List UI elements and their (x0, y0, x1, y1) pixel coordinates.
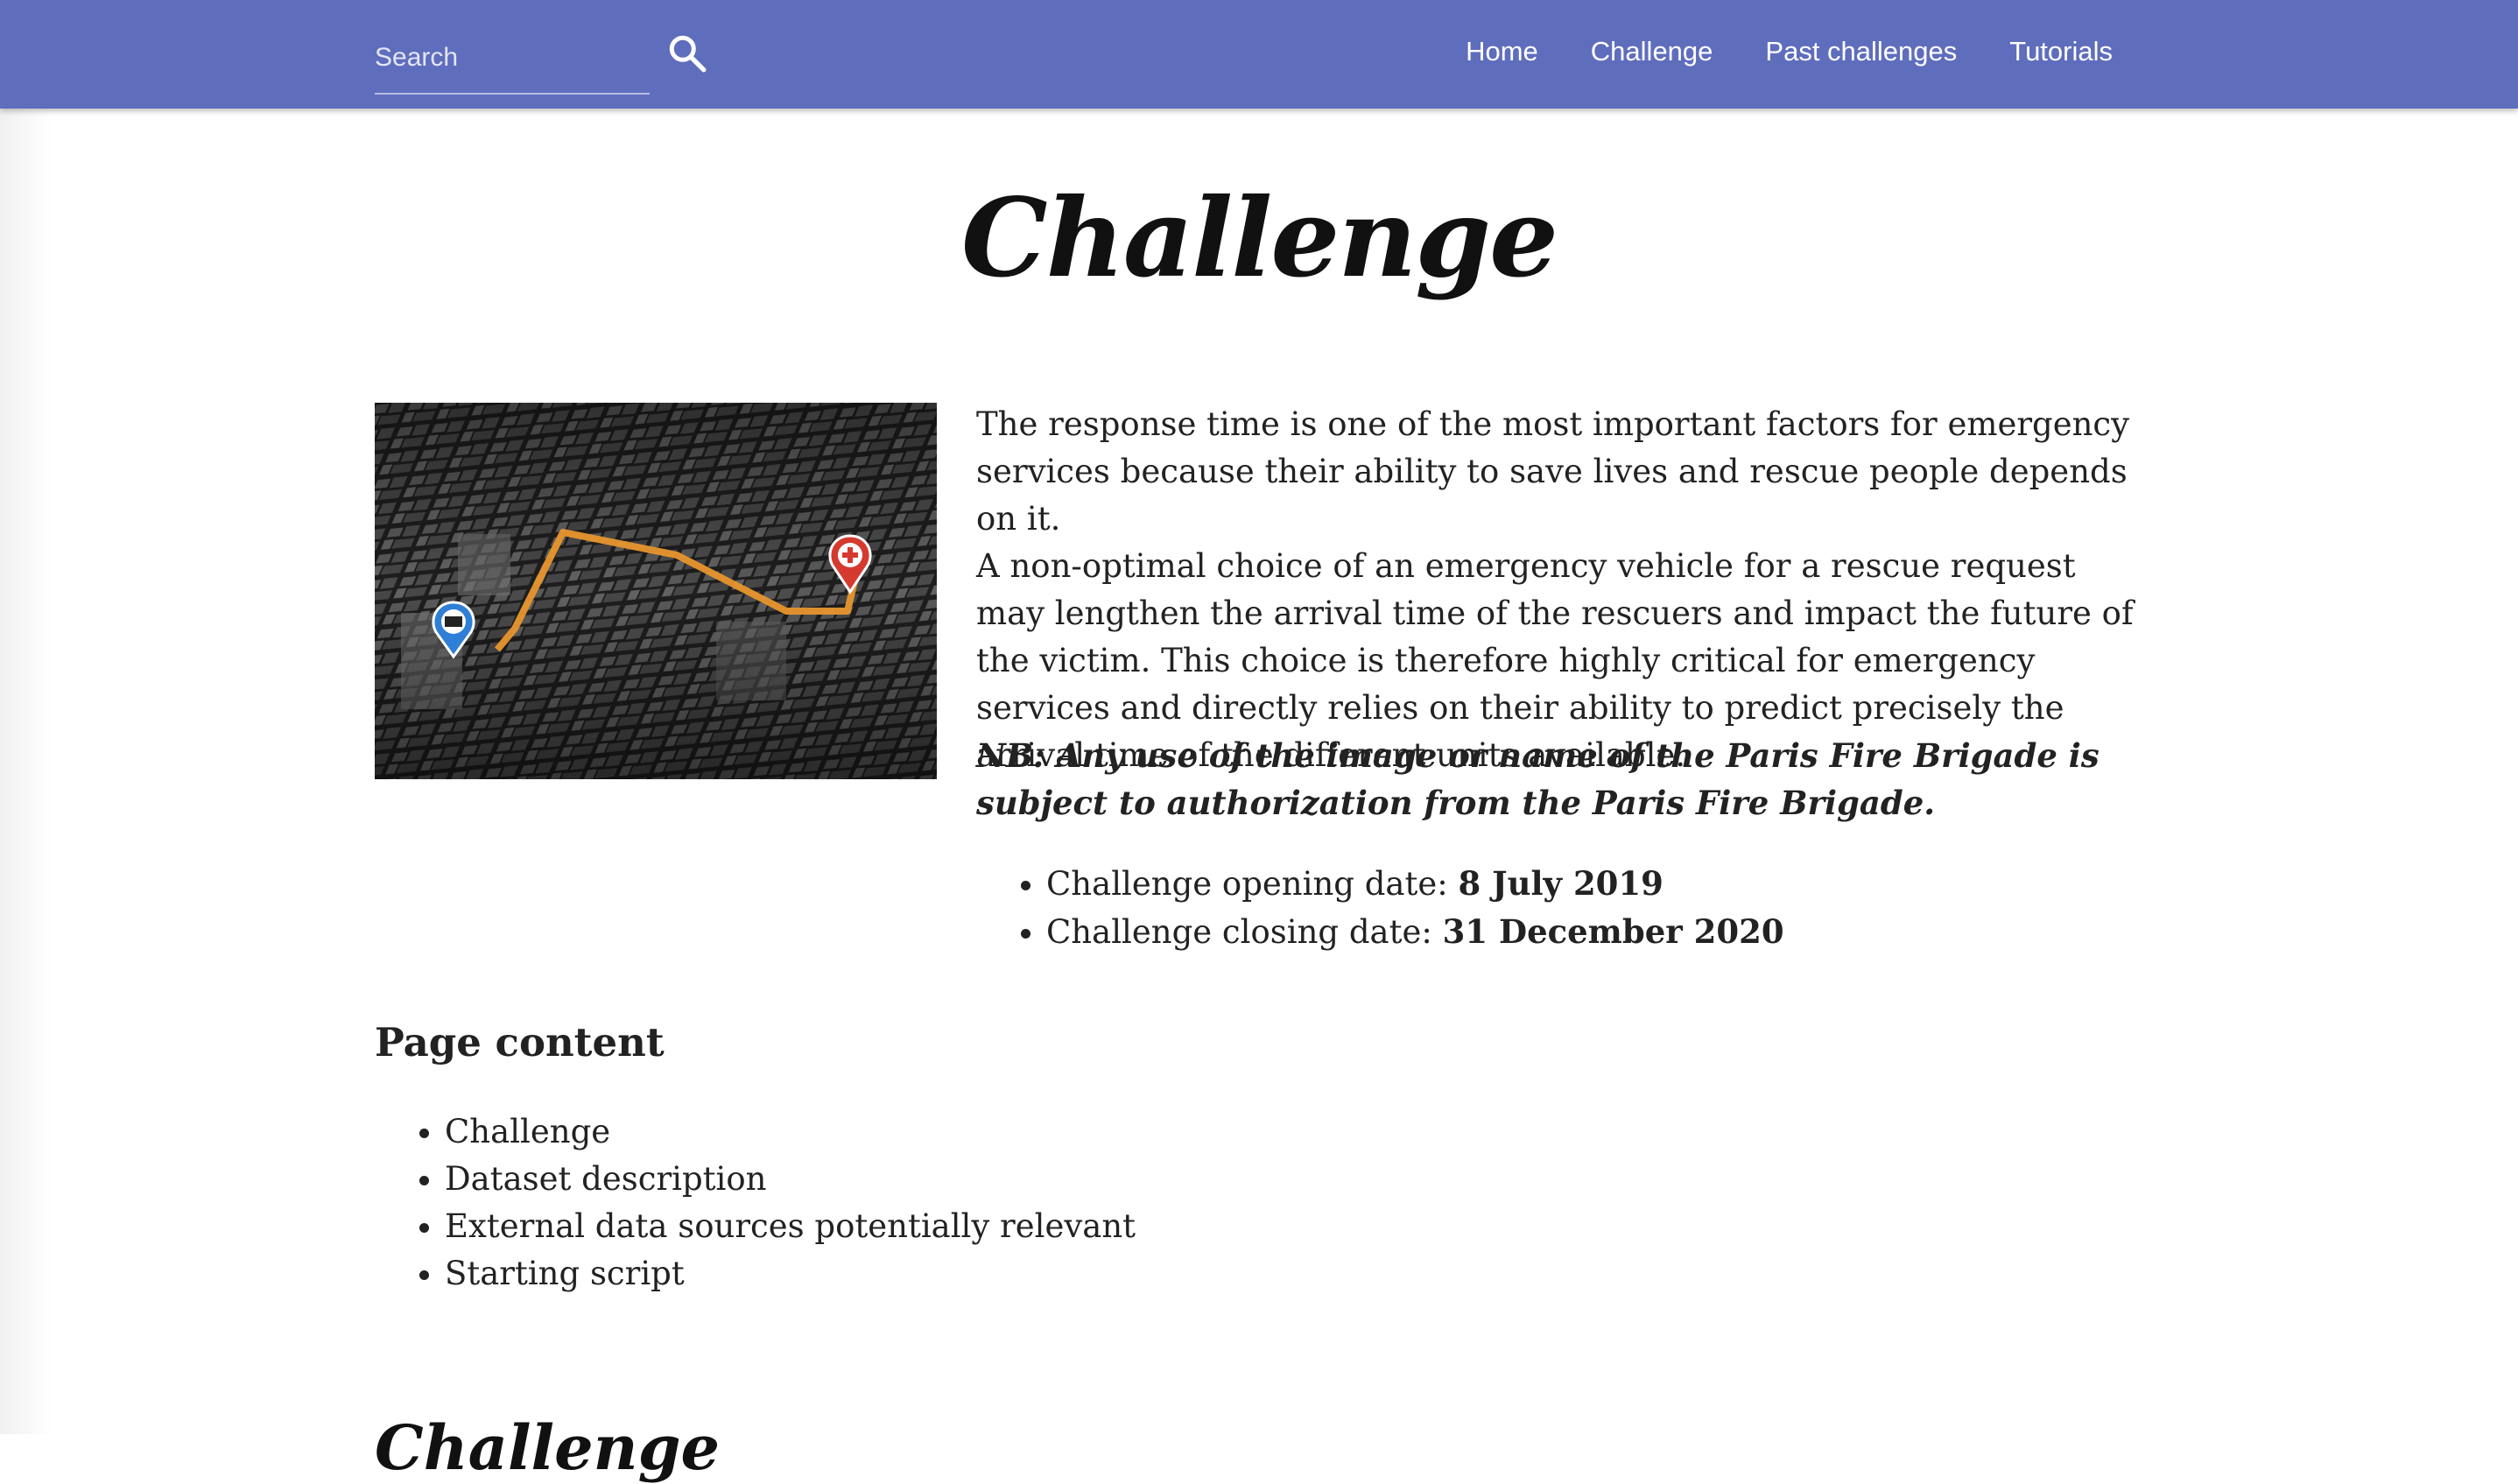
page-content-list: Challenge Dataset description External d… (375, 1108, 1136, 1298)
toc-item-external-data-sources[interactable]: External data sources potentially releva… (445, 1203, 1136, 1250)
main-nav: Home Challenge Past challenges Tutorials (1466, 0, 2113, 103)
city-route-map-image (375, 403, 937, 779)
top-navbar: Home Challenge Past challenges Tutorials (0, 0, 2518, 109)
intro-text: The response time is one of the most imp… (976, 401, 2149, 779)
search-input[interactable] (375, 35, 637, 81)
toc-item-challenge[interactable]: Challenge (445, 1108, 1136, 1156)
page-content-heading: Page content (375, 1019, 665, 1066)
intro-paragraph: The response time is one of the most imp… (976, 405, 2130, 538)
nav-tutorials[interactable]: Tutorials (2009, 36, 2113, 67)
page-shadow (0, 109, 53, 1434)
challenge-dates: Challenge opening date: 8 July 2019 Chal… (976, 860, 2184, 956)
closing-date-value: 31 December 2020 (1442, 912, 1784, 951)
nav-home[interactable]: Home (1466, 36, 1538, 67)
nav-past-challenges[interactable]: Past challenges (1765, 36, 1957, 67)
challenge-section-heading: Challenge (375, 1411, 721, 1484)
opening-date: Challenge opening date: 8 July 2019 (1046, 860, 2184, 908)
opening-date-value: 8 July 2019 (1458, 864, 1663, 903)
toc-item-starting-script[interactable]: Starting script (445, 1250, 1136, 1298)
nb-notice: NB: Any use of the image or name of the … (976, 736, 2100, 822)
page-title: Challenge (960, 175, 1558, 302)
nav-challenge[interactable]: Challenge (1591, 36, 1713, 67)
search-button[interactable] (665, 32, 709, 75)
search-box (375, 21, 650, 95)
toc-item-dataset-description[interactable]: Dataset description (445, 1156, 1136, 1203)
closing-date-label: Challenge closing date: (1046, 913, 1443, 951)
opening-date-label: Challenge opening date: (1046, 865, 1459, 903)
search-icon (669, 35, 707, 73)
closing-date: Challenge closing date: 31 December 2020 (1046, 908, 2184, 956)
city-route-map-illustration (375, 403, 937, 779)
